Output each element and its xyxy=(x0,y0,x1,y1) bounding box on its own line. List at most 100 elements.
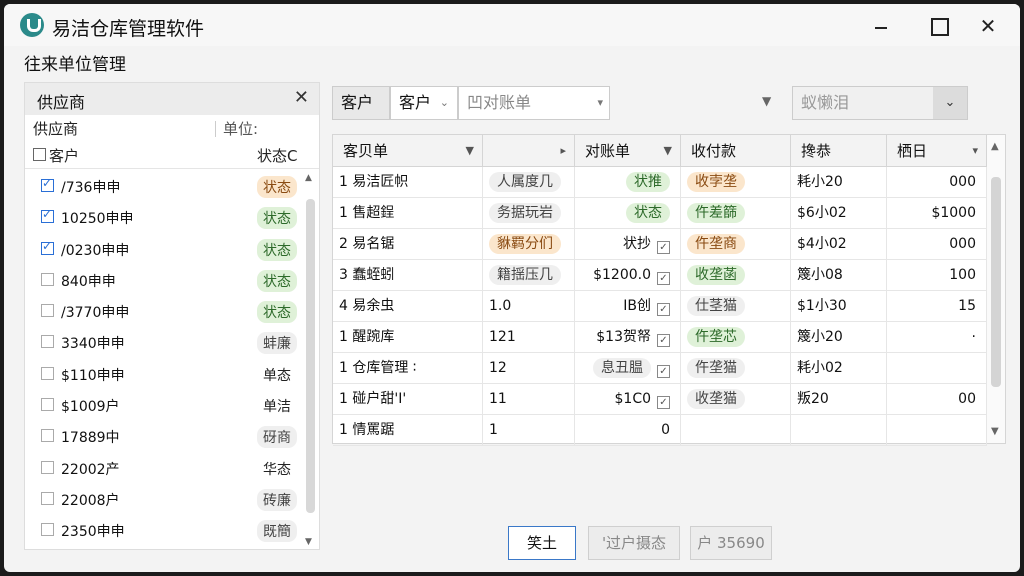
column-header[interactable]: 收付款 xyxy=(681,135,791,167)
scroll-down-icon[interactable]: ▼ xyxy=(305,537,312,547)
list-item[interactable]: 10250申申 状态 xyxy=(25,201,303,232)
list-item[interactable]: 22008户 砖廉 xyxy=(25,483,303,514)
table-cell: $1200.0 ✓ xyxy=(575,260,681,291)
list-item[interactable]: /736申申 状态 xyxy=(25,170,303,201)
table-row[interactable]: 2 易名锯 貅羁分们 状抄 ✓ 仵垄商 $4小02 000 xyxy=(333,229,987,260)
row-checkbox[interactable] xyxy=(41,491,54,505)
table-cell: 仵差篩 xyxy=(681,198,791,229)
cell-value: 12 xyxy=(489,360,507,376)
list-item[interactable]: 3340申申 蚌廉 xyxy=(25,326,303,357)
supplier-panel: 供应商 ✕ 供应商 单位: 客户 状态C /736申申状态10250申申状态/0… xyxy=(24,82,320,550)
sort-arrow-icon[interactable]: ▸ xyxy=(560,135,566,167)
list-item[interactable]: /0230申申 状态 xyxy=(25,233,303,264)
select-all-checkbox[interactable] xyxy=(33,148,46,161)
checkbox-icon[interactable]: ✓ xyxy=(657,241,670,254)
chevron-down-icon[interactable]: ⌄ xyxy=(933,87,967,119)
table-cell: 000 xyxy=(887,167,987,198)
table-row[interactable]: 1 醒踠库 121 $13贺帑 ✓ 仵垄芯 篾小20 · xyxy=(333,322,987,353)
table-row[interactable]: 4 易余虫 1.0 IB创 ✓ 仕茎猫 $1小30 15 xyxy=(333,291,987,322)
cell-value: IB创 xyxy=(623,298,651,314)
cell-value: 仵垄商 xyxy=(687,234,745,254)
supplier-name: 17889中 xyxy=(61,430,120,447)
sort-arrow-icon[interactable]: ▾ xyxy=(972,135,978,167)
list-item[interactable]: $1009户 单洁 xyxy=(25,389,303,420)
checkbox-icon[interactable]: ✓ xyxy=(657,396,670,409)
row-checkbox[interactable] xyxy=(41,207,54,224)
table-cell: 耗小20 xyxy=(791,167,887,198)
maximize-button[interactable] xyxy=(912,10,960,42)
close-button[interactable]: ✕ xyxy=(964,10,1012,42)
cell-value: 1 售超鋥 xyxy=(339,205,395,221)
checkbox-icon[interactable]: ✓ xyxy=(657,272,670,285)
checkbox-icon[interactable]: ✓ xyxy=(657,334,670,347)
scroll-down-icon[interactable]: ▼ xyxy=(991,426,999,437)
secondary-button[interactable]: '过户摄态 xyxy=(588,526,680,560)
table-row[interactable]: 1 仓库管理 ∶ 12 息丑腽 ✓ 仵垄猫 耗小02 xyxy=(333,353,987,384)
cell-value: $1000 xyxy=(931,205,976,221)
column-header[interactable]: 搀恭 xyxy=(791,135,887,167)
row-checkbox[interactable] xyxy=(41,460,54,474)
table-cell: 人属度几 xyxy=(483,167,575,198)
supplier-name: 22008户 xyxy=(61,492,120,509)
minimize-button[interactable] xyxy=(856,10,904,42)
scroll-thumb[interactable] xyxy=(991,177,1001,387)
statement-select[interactable]: 凹对账单 ▾ xyxy=(458,86,610,120)
scroll-up-icon[interactable]: ▲ xyxy=(991,141,999,152)
table-scrollbar[interactable]: ▲ ▼ xyxy=(987,135,1005,443)
cell-value: 2 易名锯 xyxy=(339,236,395,252)
status-badge: 既簡 xyxy=(257,520,297,543)
confirm-button[interactable]: 笑土 xyxy=(508,526,576,560)
sort-arrow-icon[interactable]: ▼ xyxy=(664,135,672,167)
cell-value: $1C0 xyxy=(614,391,652,407)
row-checkbox[interactable] xyxy=(41,398,54,412)
table-row[interactable]: 1 碰户甜'I' 11 $1C0 ✓ 收垄猫 叛20 00 xyxy=(333,384,987,415)
close-icon[interactable]: ✕ xyxy=(294,87,309,108)
scroll-up-icon[interactable]: ▲ xyxy=(305,173,312,183)
sort-arrow-icon[interactable]: ▼ xyxy=(466,135,474,167)
column-header[interactable]: 栖日 ▾ xyxy=(887,135,987,167)
checkbox-icon[interactable]: ✓ xyxy=(657,365,670,378)
list-item[interactable]: $110申申 单态 xyxy=(25,358,303,389)
checkbox-icon[interactable]: ✓ xyxy=(657,303,670,316)
table-row[interactable]: 1 情罵踞 1 0 xyxy=(333,415,987,446)
row-checkbox[interactable] xyxy=(41,523,54,537)
table-cell: 1 情罵踞 xyxy=(333,415,483,446)
table-row[interactable]: 1 易洁匠帜 人属度几 状推 收孛垄 耗小20 000 xyxy=(333,167,987,198)
column-header[interactable]: 对账单 ▼ xyxy=(575,135,681,167)
row-checkbox[interactable] xyxy=(41,239,54,255)
list-item[interactable]: 840申申 状态 xyxy=(25,264,303,295)
column-header[interactable]: 客贝单 ▼ xyxy=(333,135,483,167)
cell-value: 000 xyxy=(949,236,976,252)
row-checkbox[interactable] xyxy=(41,429,54,443)
supplier-name: $110申申 xyxy=(61,367,125,384)
status-badge: 状态 xyxy=(257,207,297,230)
list-item[interactable]: 17889中 砑商 xyxy=(25,420,303,451)
supplier-scrollbar[interactable]: ▲ ▼ xyxy=(305,173,317,547)
column-header[interactable]: ▸ xyxy=(483,135,575,167)
list-item[interactable]: 22002产 华态 xyxy=(25,452,303,483)
row-checkbox[interactable] xyxy=(41,304,54,318)
list-item[interactable]: 2350申申 既簡 xyxy=(25,514,303,545)
table-row[interactable]: 3 蠢蛭蚓 籍揺压几 $1200.0 ✓ 收垄菡 篾小08 100 xyxy=(333,260,987,291)
row-checkbox[interactable] xyxy=(41,335,54,349)
cell-value: 叛20 xyxy=(797,391,829,407)
table-cell: 收垄猫 xyxy=(681,384,791,415)
supplier-name: 10250申申 xyxy=(61,211,134,228)
cell-value: 收垄猫 xyxy=(687,389,745,409)
search-select[interactable]: 蚁懒泪 ⌄ xyxy=(792,86,968,120)
list-item[interactable]: /3770申申 状态 xyxy=(25,295,303,326)
customer-select[interactable]: 客户 ⌄ xyxy=(390,86,458,120)
filter-type-tab[interactable]: 客户 xyxy=(332,86,390,120)
dropdown-arrow-icon[interactable]: ▼ xyxy=(762,94,771,108)
cell-value: 1 情罵踞 xyxy=(339,422,395,438)
scroll-thumb[interactable] xyxy=(306,199,315,513)
row-checkbox[interactable] xyxy=(41,272,54,286)
status-badge: 状态 xyxy=(257,301,297,324)
row-checkbox[interactable] xyxy=(41,366,54,380)
table-cell: 1 碰户甜'I' xyxy=(333,384,483,415)
cell-value: 15 xyxy=(958,298,976,314)
status-badge: 蚌廉 xyxy=(257,332,297,355)
table-row[interactable]: 1 售超鋥 务据玩岩 状态 仵差篩 $6小02 $1000 xyxy=(333,198,987,229)
tertiary-button[interactable]: 户 35690 xyxy=(690,526,772,560)
row-checkbox[interactable] xyxy=(41,176,54,192)
